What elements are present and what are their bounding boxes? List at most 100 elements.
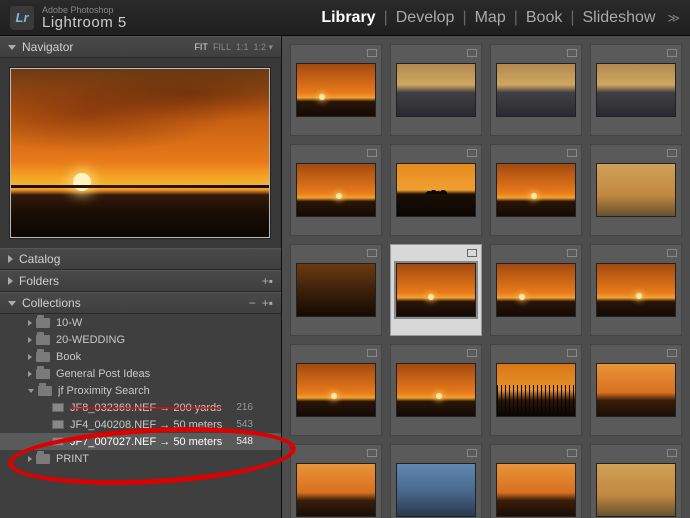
add-collection-icon[interactable]: +▪ bbox=[262, 296, 273, 310]
collection-count: 216 bbox=[236, 402, 281, 413]
flag-badge-icon[interactable] bbox=[367, 449, 377, 457]
flag-badge-icon[interactable] bbox=[567, 249, 577, 257]
collection-count: 548 bbox=[236, 436, 281, 447]
collection-set-icon bbox=[36, 318, 50, 328]
navigator-title: Navigator bbox=[22, 40, 194, 54]
flag-badge-icon[interactable] bbox=[367, 149, 377, 157]
collection-count: 543 bbox=[236, 419, 281, 430]
fit-modes[interactable]: FIT FILL 1:1 1:2 ▾ bbox=[194, 42, 273, 53]
collections-list: 10-W 20-WEDDINGBookGeneral Post Ideas jf P… bbox=[0, 314, 281, 518]
navigator-preview[interactable] bbox=[0, 58, 281, 248]
collection-row[interactable]: General Post Ideas bbox=[0, 365, 281, 382]
flag-badge-icon[interactable] bbox=[567, 49, 577, 57]
collection-icon bbox=[52, 420, 64, 429]
add-folder-icon[interactable]: +▪ bbox=[262, 274, 273, 288]
collection-icon bbox=[52, 403, 64, 412]
collection-row[interactable]: jf Proximity Search bbox=[0, 382, 281, 399]
grid-cell[interactable] bbox=[490, 144, 582, 236]
top-bar: Lr Adobe Photoshop Lightroom 5 Library |… bbox=[0, 0, 690, 36]
collection-label: JF7_007027.NEF → 50 meters bbox=[70, 436, 236, 448]
thumbnail-image bbox=[496, 463, 576, 517]
grid-cell[interactable] bbox=[590, 444, 682, 518]
grid-cell[interactable] bbox=[590, 144, 682, 236]
chevron-down-icon bbox=[8, 45, 16, 50]
flag-badge-icon[interactable] bbox=[667, 49, 677, 57]
flag-badge-icon[interactable] bbox=[567, 449, 577, 457]
chevron-right-icon bbox=[28, 371, 32, 377]
collection-row[interactable]: 20-WEDDING bbox=[0, 331, 281, 348]
collection-row[interactable]: JF8_032369.NEF → 200 yards216 bbox=[0, 399, 281, 416]
grid-cell[interactable] bbox=[490, 44, 582, 136]
separator: | bbox=[384, 9, 388, 27]
module-picker: Library | Develop | Map | Book | Slidesh… bbox=[321, 9, 680, 27]
chevron-right-icon bbox=[28, 354, 32, 360]
collection-icon bbox=[52, 437, 64, 446]
grid-cell[interactable] bbox=[290, 44, 382, 136]
grid-cell[interactable] bbox=[490, 444, 582, 518]
separator: | bbox=[462, 9, 466, 27]
grid-cell[interactable] bbox=[290, 344, 382, 436]
grid-cell[interactable] bbox=[290, 444, 382, 518]
flag-badge-icon[interactable] bbox=[367, 349, 377, 357]
grid-cell[interactable] bbox=[390, 444, 482, 518]
remove-collection-icon[interactable]: − bbox=[249, 296, 256, 310]
grid-cell[interactable] bbox=[390, 144, 482, 236]
flag-badge-icon[interactable] bbox=[467, 149, 477, 157]
thumbnail-image bbox=[396, 263, 476, 317]
grid-cell[interactable] bbox=[490, 244, 582, 336]
catalog-header[interactable]: Catalog bbox=[0, 248, 281, 270]
collection-row[interactable]: JF7_007027.NEF → 50 meters548 bbox=[0, 433, 281, 450]
flag-badge-icon[interactable] bbox=[467, 249, 477, 257]
flag-badge-icon[interactable] bbox=[567, 349, 577, 357]
left-panel: Navigator FIT FILL 1:1 1:2 ▾ Catalog Fol… bbox=[0, 36, 282, 518]
flag-badge-icon[interactable] bbox=[667, 149, 677, 157]
grid-cell[interactable] bbox=[590, 344, 682, 436]
module-map[interactable]: Map bbox=[475, 9, 506, 27]
thumbnail-image bbox=[496, 363, 576, 417]
thumbnail-image bbox=[396, 163, 476, 217]
separator: | bbox=[514, 9, 518, 27]
flag-badge-icon[interactable] bbox=[667, 249, 677, 257]
collection-row[interactable]: Book bbox=[0, 348, 281, 365]
grid-cell[interactable] bbox=[390, 244, 482, 336]
flag-badge-icon[interactable] bbox=[367, 49, 377, 57]
thumbnail-image bbox=[296, 263, 376, 317]
collection-label: 10-W bbox=[56, 317, 281, 329]
flag-badge-icon[interactable] bbox=[467, 349, 477, 357]
module-book[interactable]: Book bbox=[526, 9, 562, 27]
folders-header[interactable]: Folders +▪ bbox=[0, 270, 281, 292]
grid-cell[interactable] bbox=[590, 244, 682, 336]
module-slideshow[interactable]: Slideshow bbox=[583, 9, 656, 27]
thumbnail-grid[interactable] bbox=[282, 36, 690, 518]
grid-cell[interactable] bbox=[490, 344, 582, 436]
thumbnail-image bbox=[596, 363, 676, 417]
thumbnail-image bbox=[296, 63, 376, 117]
collection-set-icon bbox=[38, 386, 52, 396]
collections-header[interactable]: Collections − +▪ bbox=[0, 292, 281, 314]
module-develop[interactable]: Develop bbox=[396, 9, 455, 27]
chevron-right-icon bbox=[28, 456, 32, 462]
module-library[interactable]: Library bbox=[321, 9, 375, 27]
thumbnail-image bbox=[496, 63, 576, 117]
collection-label: PRINT bbox=[56, 453, 281, 465]
collection-row[interactable]: JF4_040208.NEF → 50 meters543 bbox=[0, 416, 281, 433]
app-logo: Lr bbox=[10, 6, 34, 30]
flag-badge-icon[interactable] bbox=[467, 49, 477, 57]
grid-cell[interactable] bbox=[390, 44, 482, 136]
chevron-right-icon[interactable]: ≫ bbox=[667, 11, 680, 25]
chevron-down-icon bbox=[8, 301, 16, 306]
grid-cell[interactable] bbox=[290, 244, 382, 336]
thumbnail-image bbox=[596, 463, 676, 517]
flag-badge-icon[interactable] bbox=[667, 449, 677, 457]
flag-badge-icon[interactable] bbox=[367, 249, 377, 257]
flag-badge-icon[interactable] bbox=[567, 149, 577, 157]
grid-cell[interactable] bbox=[390, 344, 482, 436]
grid-cell[interactable] bbox=[590, 44, 682, 136]
collection-label: jf Proximity Search bbox=[58, 385, 281, 397]
collection-row[interactable]: 10-W bbox=[0, 314, 281, 331]
grid-cell[interactable] bbox=[290, 144, 382, 236]
navigator-header[interactable]: Navigator FIT FILL 1:1 1:2 ▾ bbox=[0, 36, 281, 58]
collection-row[interactable]: PRINT bbox=[0, 450, 281, 467]
flag-badge-icon[interactable] bbox=[667, 349, 677, 357]
flag-badge-icon[interactable] bbox=[467, 449, 477, 457]
